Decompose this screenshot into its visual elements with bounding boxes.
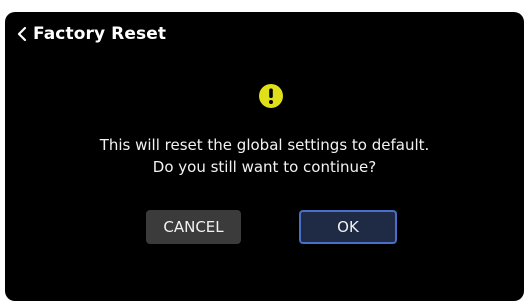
device-screen: Factory Reset This will reset the global… xyxy=(5,12,524,301)
cancel-button[interactable]: CANCEL xyxy=(146,210,241,244)
message-line-2: Do you still want to continue? xyxy=(152,158,377,176)
ok-button[interactable]: OK xyxy=(299,210,397,244)
page-title: Factory Reset xyxy=(33,24,167,44)
chevron-left-icon[interactable] xyxy=(17,26,27,42)
back-header[interactable]: Factory Reset xyxy=(17,22,166,46)
dialog-message: This will reset the global settings to d… xyxy=(5,134,524,178)
message-line-1: This will reset the global settings to d… xyxy=(99,136,430,154)
warning-icon xyxy=(258,83,284,109)
